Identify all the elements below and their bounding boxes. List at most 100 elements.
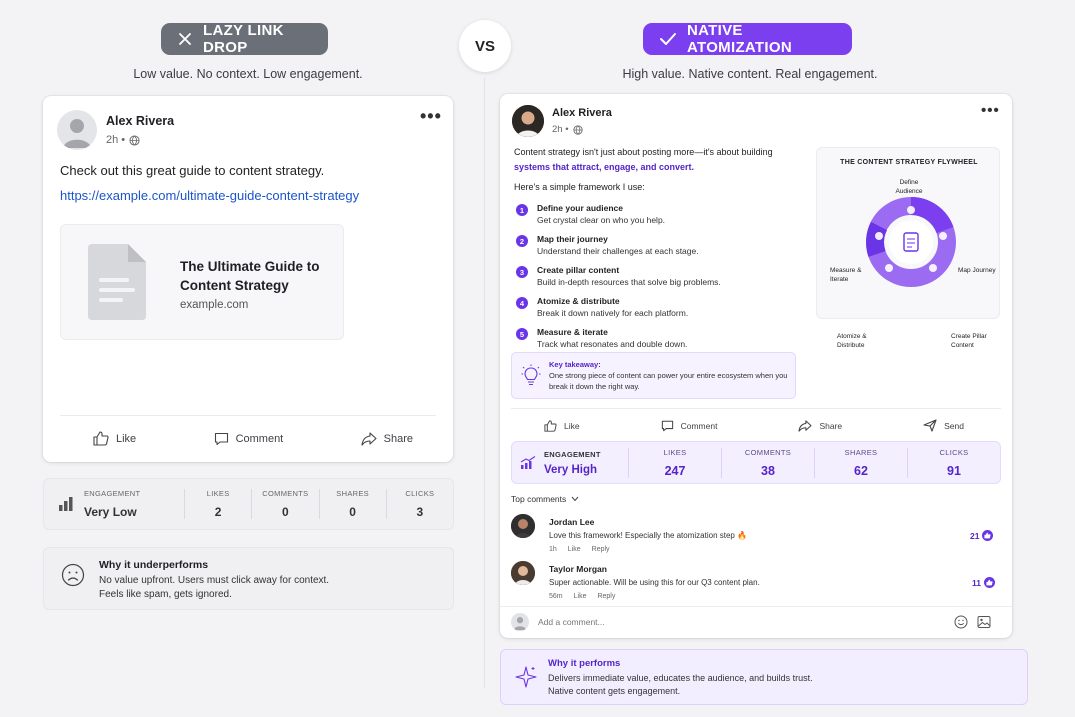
performs-line-1: Delivers immediate value, educates the a… [548,673,813,683]
like-count-value: 11 [972,577,981,588]
thumbs-up-icon [93,431,109,446]
lazy-badge-label: LAZY LINK DROP [203,22,284,56]
more-options-icon[interactable]: ••• [420,106,442,127]
share-label: Share [819,420,843,431]
stat-value: 38 [761,463,775,478]
lazy-engagement-stats: ENGAGEMENT Very Low LIKES 2 COMMENTS 0 S… [43,478,454,530]
like-label: Like [564,420,580,431]
flywheel-define: Define Audience [895,179,923,195]
comment-time: 56m [549,593,563,600]
globe-icon [129,134,140,146]
preview-title: The Ultimate Guide to Content Strategy [180,259,320,293]
commenter-name[interactable]: Taylor Morgan [549,564,607,574]
native-action-bar: Like Comment Share Send [544,419,964,432]
comment-icon [661,420,673,431]
send-label: Send [944,420,964,431]
like-button[interactable]: Like [544,419,580,432]
comment-item: Jordan Lee Love this framework! Especial… [511,514,1001,558]
lazy-subtitle: Low value. No context. Low engagement. [133,67,363,81]
stat-label: LIKES [663,447,687,457]
commenter-avatar[interactable] [511,514,535,538]
link-preview-card[interactable]: The Ultimate Guide to Content Strategy e… [60,224,344,340]
flywheel-create: Create Pillar Content [951,333,987,349]
send-button[interactable]: Send [923,419,964,432]
comment-like-link[interactable]: Like [574,593,587,600]
list-item: 3 Create pillar content Build in-depth re… [516,265,806,287]
stat-label: SHARES [844,447,878,457]
action-divider [511,408,1001,409]
post-meta: 2h • [106,134,140,146]
comment-button[interactable]: Comment [661,420,718,432]
step-desc: Track what resonates and double down. [537,339,688,349]
send-icon [923,419,937,432]
post-intro: Content strategy isn't just about postin… [514,147,773,157]
chevron-down-icon [571,496,579,502]
native-subtitle: High value. Native content. Real engagem… [622,67,878,81]
stat-likes: LIKES 247 [628,447,721,478]
stat-likes: LIKES 2 [184,489,251,519]
framework-intro: Here's a simple framework I use: [514,182,645,192]
comment-reply-link[interactable]: Reply [597,593,615,600]
comment-input-divider [500,606,1012,607]
user-photo-icon [511,561,535,585]
native-time: 2h • [552,124,569,135]
like-button[interactable]: Like [93,431,136,446]
flywheel-ring-icon [866,196,956,287]
flywheel-map: Map Journey [958,267,996,274]
takeaway-title: Key takeaway: [549,360,601,369]
current-user-avatar [511,613,529,631]
comment-like-link[interactable]: Like [568,546,581,553]
commenter-name[interactable]: Jordan Lee [549,517,594,527]
post-link[interactable]: https://example.com/ultimate-guide-conte… [60,188,359,203]
flywheel-title: THE CONTENT STRATEGY FLYWHEEL [840,159,978,166]
native-author[interactable]: Alex Rivera [552,107,612,119]
share-button[interactable]: Share [798,419,843,432]
image-icon[interactable] [977,615,991,629]
step-number: 2 [516,235,528,247]
step-number: 4 [516,297,528,309]
lazy-action-bar: Like Comment Share [93,431,413,446]
comment-item: Taylor Morgan Super actionable. Will be … [511,561,1001,605]
performs-line-2: Native content gets engagement. [548,686,681,696]
comment-button[interactable]: Comment [214,432,283,446]
top-comments-dropdown[interactable]: Top comments [511,494,579,504]
check-icon [660,33,676,45]
stat-value: 2 [214,505,222,519]
comment-like-count[interactable]: 21 [970,530,994,541]
post-text: Check out this great guide to content st… [60,163,325,178]
framework-steps: 1 Define your audience Get crystal clear … [516,203,806,349]
lazy-link-drop-badge: LAZY LINK DROP [161,22,328,56]
comment-text: Love this framework! Especially the atom… [549,531,748,540]
why-underperforms-box: Why it underperforms No value upfront. U… [43,547,454,610]
comment-text: Super actionable. Will be using this for… [549,578,760,587]
author-avatar[interactable] [512,105,544,137]
stat-clicks: CLICKS 3 [385,489,453,519]
lightbulb-icon [521,364,541,386]
step-number: 1 [516,204,528,216]
more-options-icon[interactable]: ••• [981,102,1000,119]
engagement-summary: ENGAGEMENT Very High [512,450,628,476]
stat-label: CLICKS [405,489,435,498]
takeaway-text: One strong piece of content can power yo… [549,371,788,391]
comment-meta: 1h Like Reply [549,546,610,553]
share-button[interactable]: Share [361,431,413,446]
post-author[interactable]: Alex Rivera [106,114,174,128]
comment-label: Comment [680,420,718,431]
add-comment-input[interactable] [538,612,938,632]
stat-value: 3 [416,505,424,519]
comment-like-count[interactable]: 11 [972,577,995,588]
trending-chart-icon [520,455,536,469]
comment-reply-link[interactable]: Reply [592,546,610,553]
step-title: Define your audience [537,203,623,213]
stat-value: 62 [854,463,868,478]
vs-badge: VS [459,20,511,72]
stat-comments: COMMENTS 38 [721,447,814,478]
emoji-icon[interactable] [954,615,968,629]
user-photo-icon [511,514,535,538]
engagement-summary: ENGAGEMENT Very Low [44,489,184,519]
document-icon [88,244,146,320]
engagement-value: Very High [544,463,598,476]
share-icon [361,431,377,446]
preview-domain: example.com [180,299,249,311]
commenter-avatar[interactable] [511,561,535,585]
